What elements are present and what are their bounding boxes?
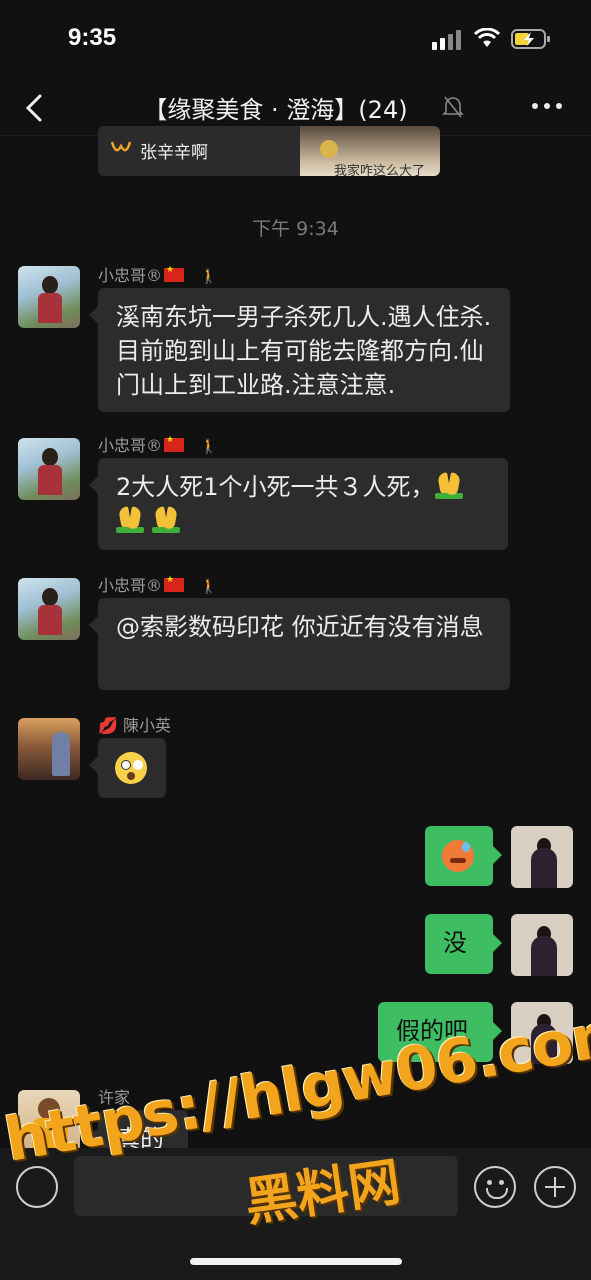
my-avatar[interactable]	[511, 914, 573, 976]
sender-name: 💋 陳小英	[98, 716, 172, 735]
clock: 9:35	[68, 24, 117, 51]
sender-name: 小忠哥®🚶	[98, 262, 217, 286]
status-bar: 9:35	[0, 0, 591, 80]
message-bubble[interactable]: 溪南东坑一男子杀死几人.遇人住杀.目前跑到山上有可能去隆都方向.仙门山上到工业路…	[89, 288, 510, 412]
sender-name: 小忠哥®🚶	[98, 572, 217, 596]
message-bubble[interactable]: @索影数码印花 你近近有没有消息	[89, 598, 510, 690]
more-options-button[interactable]	[530, 94, 564, 118]
status-emoji-icon: 🚶	[200, 439, 218, 455]
sender-name: 小忠哥®🚶	[98, 432, 217, 456]
praying-hands-icon	[434, 471, 463, 499]
lips-icon: 💋	[98, 716, 118, 735]
battery-charging-icon	[511, 29, 550, 49]
back-button[interactable]	[20, 90, 50, 126]
emoji-button[interactable]	[474, 1166, 516, 1208]
verified-badge-icon	[320, 140, 338, 158]
sweat-face-icon	[442, 840, 474, 872]
china-flag-icon	[164, 265, 185, 282]
mute-bell-icon	[442, 96, 464, 118]
my-avatar[interactable]	[511, 826, 573, 888]
message-bubble[interactable]: 2大人死1个小死一共３人死，	[89, 458, 508, 550]
message-text: 2大人死1个小死一共３人死，	[116, 473, 435, 501]
avatar[interactable]	[18, 718, 80, 780]
card-author-name: 张辛辛啊	[140, 143, 208, 163]
shared-video-card[interactable]: 张辛辛啊 我家咋这么大了	[98, 126, 440, 176]
card-caption: 我家咋这么大了	[334, 164, 426, 176]
status-emoji-icon: 🚶	[200, 579, 218, 595]
praying-hands-icon	[116, 505, 144, 533]
chat-title: 【缘聚美食 · 澄海】(24)	[143, 96, 408, 124]
avatar[interactable]	[18, 438, 80, 500]
china-flag-icon	[164, 575, 185, 592]
message-timestamp: 下午 9:34	[252, 218, 339, 240]
shocked-face-icon	[115, 752, 147, 784]
praying-hands-icon	[151, 505, 180, 533]
status-emoji-icon: 🚶	[200, 269, 218, 285]
message-bubble[interactable]	[89, 738, 166, 798]
avatar[interactable]	[18, 578, 80, 640]
my-message-bubble[interactable]: 没	[425, 914, 502, 974]
avatar[interactable]	[18, 266, 80, 328]
wifi-icon	[474, 28, 500, 47]
my-message-bubble[interactable]	[425, 826, 502, 886]
home-indicator[interactable]	[190, 1258, 402, 1265]
more-actions-button[interactable]	[534, 1166, 576, 1208]
china-flag-icon	[164, 435, 185, 452]
cellular-signal-icon	[432, 30, 462, 50]
channel-logo-icon	[110, 141, 132, 152]
